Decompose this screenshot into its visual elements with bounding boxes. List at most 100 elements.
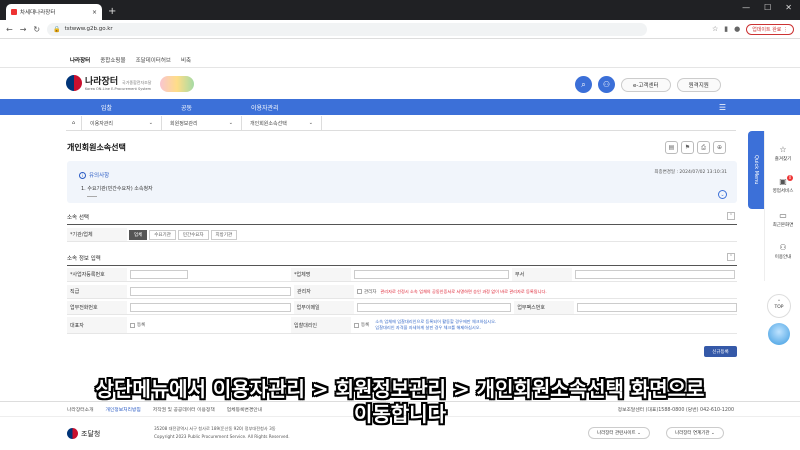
remote-support-button[interactable]: 원격지원 (676, 77, 721, 92)
row-biz: *사업자등록번호 *업체명 부서 (67, 268, 737, 282)
sidepanel-icon[interactable]: ▮ (724, 25, 728, 33)
bidder-checkbox[interactable]: 등록 (354, 322, 369, 328)
company-label: *업체명 (291, 268, 351, 281)
nav-bid[interactable]: 입찰 (101, 103, 112, 112)
customer-center-button[interactable]: e-고객센터 (621, 77, 671, 92)
logo-text: 나라장터 (85, 77, 119, 87)
top-button[interactable]: ⌃ TOP (767, 294, 791, 318)
row-position: 직급 관리자 관리자 관리자로 선정시 소속 업체의 공동인증서로 서명하면 승… (67, 285, 737, 299)
quick-sales[interactable]: ▣ 0 영업서비스 (765, 175, 800, 194)
top-site-links: 나라장터 종합쇼핑몰 조달데이터허브 비축 (0, 52, 800, 68)
monitor-icon: ▭ (779, 211, 787, 220)
new-tab-icon[interactable]: + (108, 4, 116, 20)
info-icon: i (79, 172, 86, 179)
page-title: 개인회원소속선택 (67, 143, 126, 152)
bookmark-icon[interactable]: ⚑ (681, 141, 694, 154)
related-sites-select[interactable]: 나라장터 관련사이트 ⌄ (588, 427, 650, 439)
checkbox-icon (357, 289, 362, 294)
window-close-icon[interactable]: ✕ (785, 3, 792, 12)
dept-input[interactable] (575, 270, 735, 279)
print-icon[interactable]: ⎙ (697, 141, 710, 154)
quick-guide[interactable]: ⚇ 이용안내 (765, 243, 800, 260)
browser-actions: ☆ ▮ ● 업데이트 완료 ⋮ (712, 23, 794, 35)
star-icon: ☆ (779, 145, 787, 154)
window-controls: — ☐ ✕ (742, 3, 792, 12)
footer-logo: 조달청 (67, 428, 100, 439)
footer-address: 35208 대전광역시 서구 청사로 189(둔산동 920) 정부대전청사 3… (154, 426, 290, 439)
section-title: 소속 선택 (67, 215, 89, 221)
gnb-naramarket[interactable]: 나라장터 (70, 56, 90, 64)
org-type-private[interactable]: 민간수요자 (177, 229, 209, 240)
quick-recent[interactable]: ▭ 최근본화면 (765, 211, 800, 228)
manual-icon[interactable]: ▤ (665, 141, 678, 154)
phone-label: 업무전화번호 (67, 301, 127, 314)
quick-favorites[interactable]: ☆ 즐겨찾기 (765, 145, 800, 162)
section-title: 소속 정보 입력 (67, 256, 101, 262)
ceo-checkbox[interactable]: 등록 (130, 322, 291, 328)
browser-tabbar: 차세대나라장터 × + — ☐ ✕ (0, 0, 800, 20)
back-icon[interactable]: ← (6, 25, 13, 34)
search-icon[interactable]: ⌕ (575, 76, 592, 93)
footer-org: 조달청 (81, 429, 101, 438)
row-roles: 대표자 등록 입찰대리인 등록 소속 업체에 입찰대리인으로 등록되어 활동할 … (67, 317, 737, 334)
taegeuk-logo-icon (66, 74, 82, 91)
collapse-icon[interactable]: ⌃ (727, 212, 735, 220)
notice-box: i 유의사항 1. 수요기관(민간수요자) 소속청자 최종변경일 : 2024/0… (67, 161, 737, 203)
reload-icon[interactable]: ↻ (33, 25, 40, 34)
nav-user-management[interactable]: 이용자관리 (251, 103, 279, 112)
org-type-row: *기관/업체 업체 수요기관 민간수요자 지방기관 (67, 228, 737, 242)
bidder-note-2: 입찰대리인 자격을 자세하게 살핀 경우 체크를 해제하십시오. (375, 325, 481, 330)
forward-icon[interactable]: → (20, 25, 27, 34)
maximize-icon[interactable]: ☐ (764, 3, 771, 12)
nav-joint[interactable]: 공동 (181, 103, 192, 112)
quick-menu-panel: ☆ 즐겨찾기 ▣ 0 영업서비스 ▭ 최근본화면 ⚇ 이용안내 (764, 131, 800, 281)
screen: 차세대나라장터 × + — ☐ ✕ ← → ↻ 🔒 tstwww.g2b.go.… (0, 0, 800, 450)
section-rule (67, 224, 737, 225)
zoom-icon[interactable]: ⊕ (713, 141, 726, 154)
gnb-datahub[interactable]: 조달데이터허브 (136, 56, 171, 64)
chatbot-icon[interactable] (768, 323, 790, 345)
last-modified: 최종변경일 : 2024/07/02 13:10:31 (654, 170, 727, 175)
fax-input[interactable] (577, 303, 737, 312)
user-icon[interactable]: ⚇ (598, 76, 615, 93)
notice-heading: i 유의사항 (79, 171, 109, 179)
new-register-button[interactable]: 신규등록 (704, 346, 737, 357)
org-type-local[interactable]: 지방기관 (210, 229, 238, 240)
gnb-shoppingmall[interactable]: 종합쇼핑몰 (100, 56, 125, 64)
mascot-image (160, 76, 194, 92)
star-icon[interactable]: ☆ (712, 25, 718, 33)
briefcase-icon: ▣ (779, 177, 787, 186)
minimize-icon[interactable]: — (742, 3, 750, 12)
company-input[interactable] (354, 270, 509, 279)
home-icon[interactable]: ⌂ (66, 115, 82, 131)
checkbox-icon (130, 322, 135, 328)
phone-input[interactable] (129, 303, 291, 312)
manager-note: 관리자로 선정시 소속 업체의 공동인증서로 서명하면 승인 과정 없이 바로 … (380, 288, 547, 294)
browser-tab[interactable]: 차세대나라장터 × (6, 4, 102, 20)
linked-orgs-select[interactable]: 나라장터 연계기관 ⌄ (666, 427, 724, 439)
breadcrumb-seg2[interactable]: 회원정보관리 ⌄ (162, 115, 242, 131)
logo-tag: 국가종합전자조달 (122, 80, 152, 85)
email-field[interactable] (356, 303, 512, 312)
profile-icon[interactable]: ● (734, 25, 740, 33)
breadcrumb-seg3[interactable]: 개인회원소속선택 ⌄ (242, 115, 322, 131)
menu-icon[interactable]: ☰ (719, 103, 726, 112)
url-field[interactable]: 🔒 tstwww.g2b.go.kr (47, 22, 648, 36)
update-button[interactable]: 업데이트 완료 ⋮ (746, 23, 794, 35)
biz-no-input[interactable] (130, 270, 188, 279)
collapse-icon[interactable]: ⌃ (727, 253, 735, 261)
breadcrumb-seg1[interactable]: 이용자관리 ⌄ (82, 115, 162, 131)
tab-title: 차세대나라장터 (20, 10, 56, 16)
notice-toggle-icon[interactable]: ⌄ (718, 190, 727, 199)
address-bar: ← → ↻ 🔒 tstwww.g2b.go.kr ☆ ▮ ● 업데이트 완료 ⋮ (0, 20, 800, 39)
gnb-stockpile[interactable]: 비축 (181, 56, 191, 64)
position-input[interactable] (130, 287, 291, 296)
manager-checkbox[interactable]: 관리자 (357, 289, 376, 295)
tab-close-icon[interactable]: × (92, 9, 97, 16)
org-type-company[interactable]: 업체 (129, 229, 148, 240)
sales-badge: 0 (787, 175, 793, 181)
org-type-demand[interactable]: 수요기관 (149, 229, 176, 240)
lock-icon: 🔒 (53, 25, 61, 33)
site-logo[interactable]: 나라장터 국가종합전자조달 Korea ON-Line E-Procuremen… (66, 74, 152, 91)
quick-menu-tab[interactable]: Quick Menu (748, 131, 764, 209)
